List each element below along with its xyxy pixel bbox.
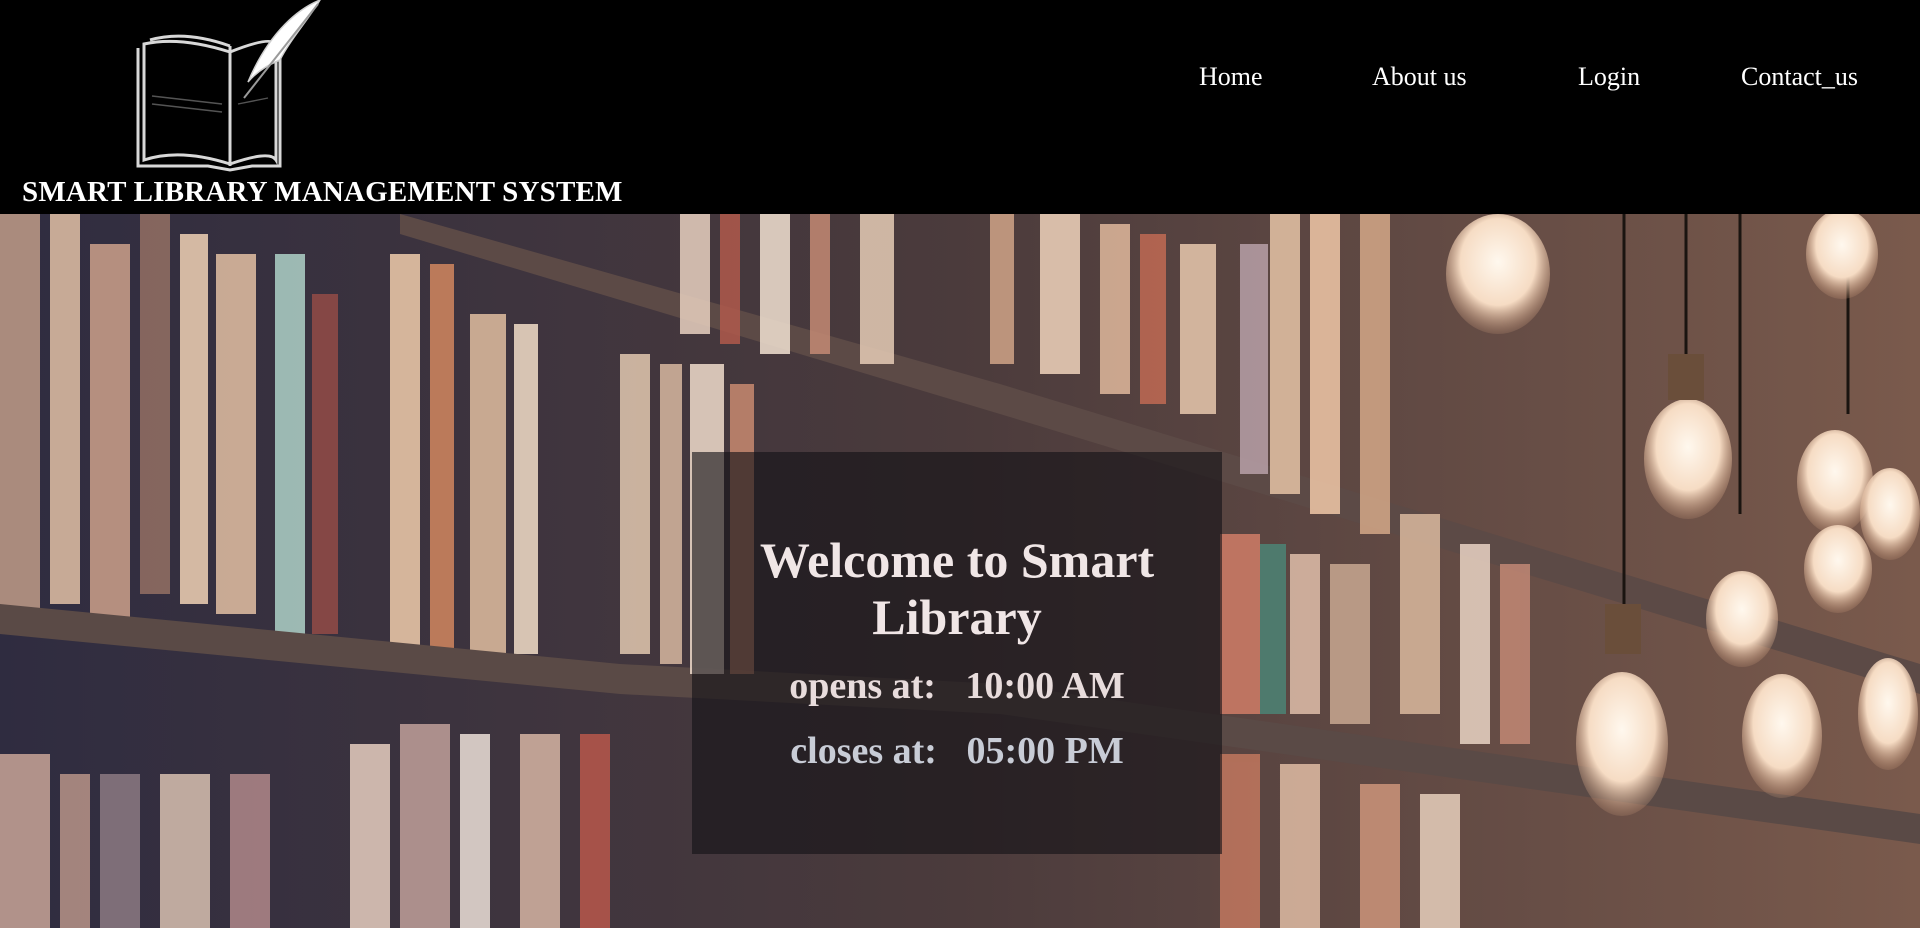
opening-hours: opens at: 10:00 AM [692, 664, 1222, 708]
nav-about-link[interactable]: About us [1372, 62, 1467, 92]
closes-label: closes at: [790, 730, 937, 772]
welcome-title: Welcome to Smart Library [759, 532, 1155, 645]
main-nav: Home About us Login Contact_us [1150, 62, 1890, 102]
open-book-quill-icon[interactable] [130, 0, 330, 172]
site-title: SMART LIBRARY MANAGEMENT SYSTEM [22, 176, 623, 208]
welcome-overlay: Welcome to Smart Library opens at: 10:00… [692, 452, 1222, 854]
nav-home-link[interactable]: Home [1199, 62, 1263, 92]
nav-contact-link[interactable]: Contact_us [1741, 62, 1858, 92]
closes-time: 05:00 PM [966, 730, 1124, 772]
site-header: SMART LIBRARY MANAGEMENT SYSTEM Home Abo… [0, 0, 1920, 214]
hero-banner: Welcome to Smart Library opens at: 10:00… [0, 214, 1920, 928]
opens-label: opens at: [789, 665, 936, 707]
closing-hours: closes at: 05:00 PM [692, 729, 1222, 773]
nav-login-link[interactable]: Login [1578, 62, 1640, 92]
opens-time: 10:00 AM [965, 665, 1125, 707]
